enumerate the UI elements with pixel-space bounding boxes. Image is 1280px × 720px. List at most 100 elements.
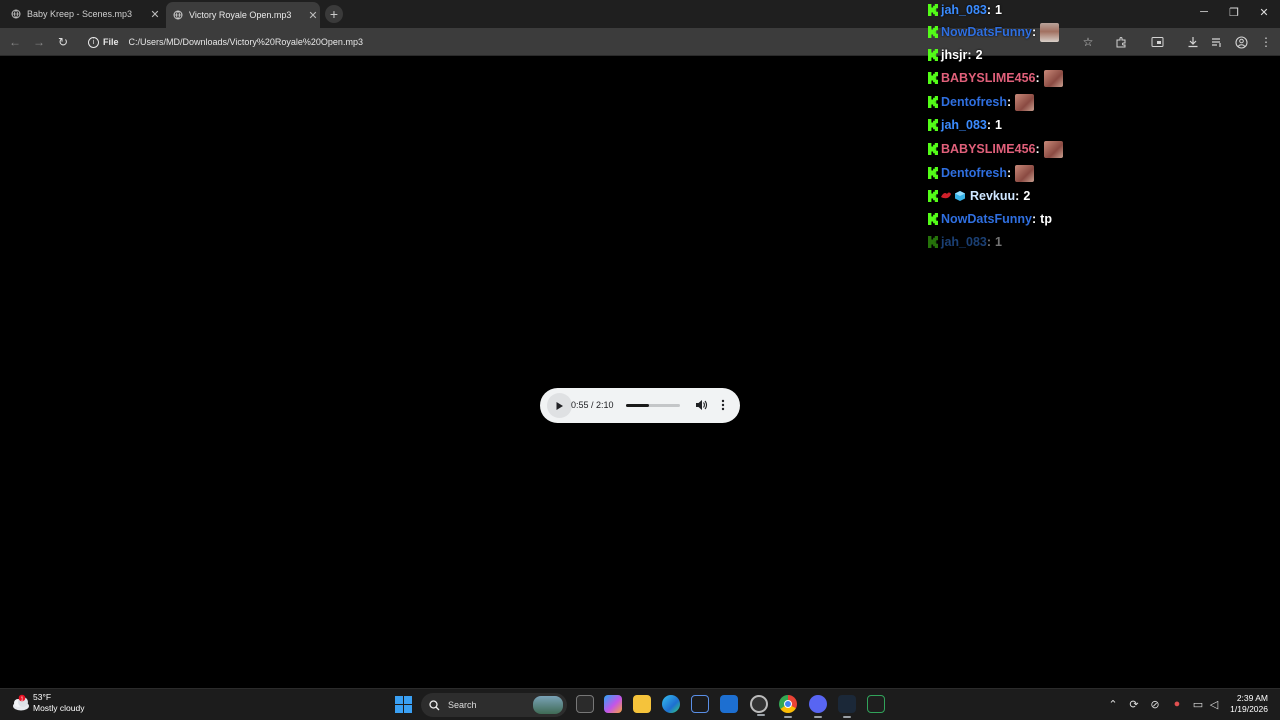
chat-username[interactable]: NowDatsFunny xyxy=(941,25,1032,39)
chat-text: tp xyxy=(1040,212,1052,226)
volume-tray-icon[interactable]: ◁ xyxy=(1207,698,1221,711)
kick-badge-icon xyxy=(928,119,938,131)
weather-condition: Mostly cloudy xyxy=(33,703,85,713)
profile-icon[interactable] xyxy=(1233,34,1249,50)
browser-toolbar: ← → ↻ i File C:/Users/MD/Downloads/Victo… xyxy=(0,28,1280,56)
chat-username[interactable]: jah_083 xyxy=(941,118,987,132)
volume-button[interactable] xyxy=(694,398,708,412)
chat-text: 1 xyxy=(995,235,1002,249)
chat-username[interactable]: Dentofresh xyxy=(941,95,1007,109)
chat-username[interactable]: Revkuu xyxy=(970,189,1015,203)
media-control-icon[interactable] xyxy=(1209,34,1225,50)
chat-colon: : xyxy=(1035,142,1040,156)
chat-username[interactable]: BABYSLIME456 xyxy=(941,142,1035,156)
chat-emote xyxy=(1043,69,1063,87)
microphone-icon[interactable]: ● xyxy=(1170,698,1184,710)
chat-emote xyxy=(1015,93,1035,111)
copilot-icon[interactable] xyxy=(604,695,622,713)
info-icon[interactable]: i xyxy=(88,36,99,48)
tab-title: Baby Kreep - Scenes.mp3 xyxy=(27,9,133,19)
chat-username[interactable]: NowDatsFunny xyxy=(941,212,1032,226)
chat-emote xyxy=(1015,164,1035,182)
clock-time: 2:39 AM xyxy=(1236,693,1268,703)
url-text: C:/Users/MD/Downloads/Victory%20Royale%2… xyxy=(128,37,363,47)
steam-icon[interactable] xyxy=(838,695,856,718)
cube-badge-icon xyxy=(954,190,966,202)
mail-icon[interactable] xyxy=(720,695,738,713)
kick-badge-icon xyxy=(928,4,938,16)
chat-text: 1 xyxy=(995,118,1002,132)
store-icon[interactable] xyxy=(691,695,709,713)
chat-username[interactable]: BABYSLIME456 xyxy=(941,71,1035,85)
bookmark-star-icon[interactable]: ☆ xyxy=(1080,34,1096,50)
discord-icon[interactable] xyxy=(809,695,827,718)
windows-logo-icon xyxy=(395,696,412,713)
chat-message: jah_083:1 xyxy=(928,115,1002,135)
weather-widget[interactable]: 1 53°F Mostly cloudy xyxy=(10,692,85,714)
excel-icon[interactable] xyxy=(867,695,885,713)
chat-text: 2 xyxy=(1023,189,1031,203)
chat-text: 1 xyxy=(995,3,1002,17)
chat-colon: : xyxy=(967,48,972,62)
download-icon[interactable] xyxy=(1185,34,1201,50)
tab-title: Victory Royale Open.mp3 xyxy=(189,10,292,20)
chat-message: jah_083:1 xyxy=(928,0,1002,20)
globe-icon xyxy=(10,9,21,20)
address-bar[interactable]: i File C:/Users/MD/Downloads/Victory%20R… xyxy=(80,31,920,53)
play-button[interactable] xyxy=(547,393,572,418)
chat-username[interactable]: jhsjr xyxy=(941,48,967,62)
audio-player: 0:55 / 2:10 xyxy=(540,388,740,423)
chat-colon: : xyxy=(1035,71,1040,85)
back-icon[interactable]: ← xyxy=(7,34,23,50)
system-clock[interactable]: 2:39 AM 1/19/2026 xyxy=(1230,693,1268,715)
file-explorer-icon[interactable] xyxy=(633,695,651,713)
forward-icon[interactable]: → xyxy=(31,34,47,50)
chat-colon: : xyxy=(986,118,992,132)
chat-colon: : xyxy=(1006,166,1012,180)
extensions-icon[interactable] xyxy=(1113,34,1129,50)
reload-icon[interactable]: ↻ xyxy=(55,34,71,50)
menu-kebab-icon[interactable]: ⋮ xyxy=(1258,34,1274,50)
volume-icon xyxy=(696,400,708,410)
edge-icon[interactable] xyxy=(662,695,680,713)
chat-colon: : xyxy=(986,235,992,249)
seek-progress xyxy=(626,404,649,407)
seek-slider[interactable] xyxy=(626,404,680,407)
search-label: Search xyxy=(448,700,477,710)
close-tab-icon[interactable]: ✕ xyxy=(148,7,162,21)
new-tab-button[interactable]: + xyxy=(325,5,343,23)
chat-username[interactable]: jah_083 xyxy=(941,235,987,249)
sync-icon[interactable]: ⟳ xyxy=(1127,698,1141,711)
tab-victory-royale[interactable]: Victory Royale Open.mp3 ✕ xyxy=(166,2,320,28)
mute-notifications-icon[interactable]: ⊘ xyxy=(1148,698,1162,711)
kick-badge-icon xyxy=(928,190,938,202)
weather-cloud-icon: 1 xyxy=(10,694,30,712)
chat-colon: : xyxy=(1015,189,1020,203)
tab-baby-kreep[interactable]: Baby Kreep - Scenes.mp3 ✕ xyxy=(10,2,162,26)
task-view-icon[interactable] xyxy=(576,695,594,713)
maximize-icon[interactable]: ❐ xyxy=(1224,6,1244,19)
chat-username[interactable]: Dentofresh xyxy=(941,166,1007,180)
tab-search-icon[interactable] xyxy=(1149,34,1165,50)
kick-badge-icon xyxy=(928,167,938,179)
more-vert-icon xyxy=(721,399,725,411)
chat-colon: : xyxy=(986,3,992,17)
network-icon[interactable]: ▭ xyxy=(1191,698,1205,711)
close-tab-icon[interactable]: ✕ xyxy=(306,8,320,22)
show-hidden-icons[interactable]: ⌃ xyxy=(1106,698,1120,711)
chat-message: Dentofresh: xyxy=(928,92,1035,112)
chat-message: Revkuu:2 xyxy=(928,186,1030,206)
start-button[interactable] xyxy=(395,696,412,713)
screen: Baby Kreep - Scenes.mp3 ✕ Victory Royale… xyxy=(0,0,1280,720)
chat-username[interactable]: jah_083 xyxy=(941,3,987,17)
kick-badge-icon xyxy=(928,213,938,225)
more-options-button[interactable] xyxy=(716,398,730,412)
taskbar-search[interactable]: Search xyxy=(421,693,567,717)
close-window-icon[interactable]: ✕ xyxy=(1254,6,1274,19)
search-highlight-image xyxy=(533,696,563,714)
chat-message: Dentofresh: xyxy=(928,163,1035,183)
chrome-icon[interactable] xyxy=(779,695,797,718)
minimize-icon[interactable]: ─ xyxy=(1194,6,1214,18)
obs-icon[interactable] xyxy=(750,695,768,716)
lips-badge-icon xyxy=(940,190,952,202)
